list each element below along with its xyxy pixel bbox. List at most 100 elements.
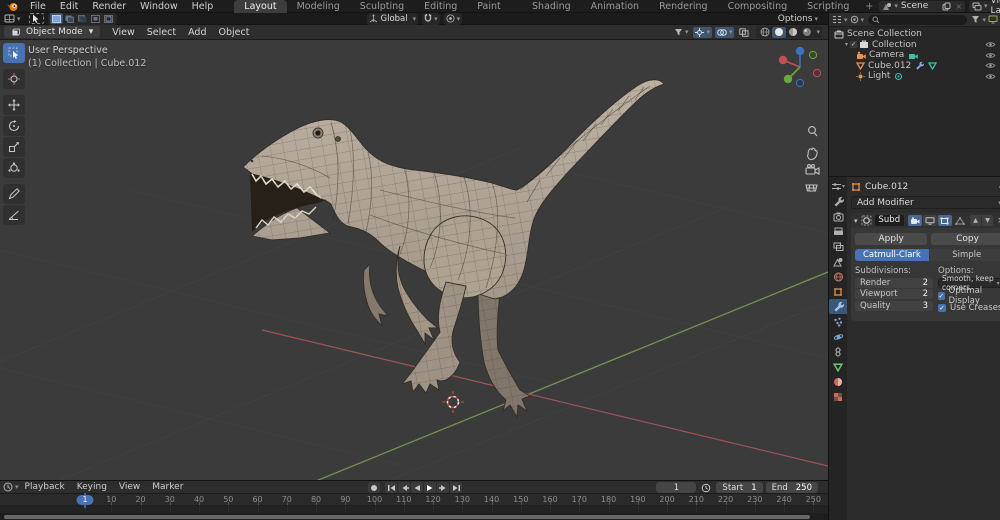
viewport-menu-add[interactable]: Add xyxy=(182,27,212,38)
shading-material-button[interactable] xyxy=(786,27,800,38)
select-mode-subtract-button[interactable] xyxy=(76,13,89,24)
expand-icon[interactable]: ▾ xyxy=(845,41,848,48)
tool-annotate[interactable] xyxy=(3,184,25,204)
properties-tab-world[interactable] xyxy=(829,269,847,284)
modifier-cage-toggle[interactable] xyxy=(953,215,967,226)
outliner-sync-icon[interactable] xyxy=(988,15,998,24)
tool-move[interactable] xyxy=(3,95,25,115)
collection-checkbox[interactable]: ✓ xyxy=(850,41,857,48)
play-button[interactable] xyxy=(424,482,436,493)
render-field[interactable]: Render2 xyxy=(855,278,933,288)
properties-tab-particles[interactable] xyxy=(829,314,847,329)
add-modifier-dropdown[interactable]: Add Modifier▾ xyxy=(851,196,1000,209)
workspace-tab-rendering[interactable]: Rendering xyxy=(649,0,718,13)
workspace-tab-compositing[interactable]: Compositing xyxy=(718,0,798,13)
visibility-eye-icon[interactable] xyxy=(985,62,996,69)
use-creases-checkbox[interactable]: ✓Use Creases xyxy=(938,303,1000,313)
modifier-render-toggle[interactable] xyxy=(908,215,922,226)
copy-button[interactable]: Copy xyxy=(931,233,1000,245)
visibility-eye-icon[interactable] xyxy=(985,52,996,59)
end-frame-field[interactable]: End250 xyxy=(766,482,818,493)
viewport-menu-select[interactable]: Select xyxy=(141,27,182,38)
jump-start-button[interactable] xyxy=(385,482,397,493)
properties-editor-icon[interactable]: ▾ xyxy=(829,179,847,194)
current-frame-field[interactable]: 1 xyxy=(656,482,696,493)
next-keyframe-button[interactable] xyxy=(437,482,449,493)
properties-tab-physics[interactable] xyxy=(829,329,847,344)
scene-name[interactable]: Scene xyxy=(901,1,928,11)
modifier-editmode-toggle[interactable] xyxy=(938,215,952,226)
play-reverse-button[interactable] xyxy=(411,482,423,493)
properties-tab-material[interactable] xyxy=(829,374,847,389)
gizmo-z-neg[interactable] xyxy=(796,79,803,86)
view-layer-selector[interactable]: ▾ View Layer × xyxy=(969,1,1000,12)
workspace-tab-sculpting[interactable]: Sculpting xyxy=(350,0,414,13)
blender-logo-icon[interactable] xyxy=(6,1,19,12)
select-mode-set-button[interactable] xyxy=(50,13,63,24)
select-mode-invert-button[interactable] xyxy=(89,13,102,24)
timeline-menu-keying[interactable]: Keying xyxy=(71,482,113,492)
options-dropdown[interactable]: Options ▾ xyxy=(778,14,818,24)
visibility-eye-icon[interactable] xyxy=(985,41,996,48)
add-workspace-button[interactable]: + xyxy=(859,0,879,13)
quality-field[interactable]: Quality3 xyxy=(855,301,933,311)
viewport-field[interactable]: Viewport2 xyxy=(855,289,933,299)
properties-tab-constraints[interactable] xyxy=(829,344,847,359)
workspace-tab-uv-editing[interactable]: UV Editing xyxy=(414,0,467,13)
record-button[interactable] xyxy=(368,482,380,493)
outliner-row-light[interactable]: Light xyxy=(829,71,1000,82)
workspace-tab-texture-paint[interactable]: Texture Paint xyxy=(467,0,522,13)
workspace-tab-animation[interactable]: Animation xyxy=(581,0,649,13)
timeline-scrollbar-thumb[interactable] xyxy=(4,515,810,519)
auto-keying-clock-icon[interactable] xyxy=(699,483,713,493)
properties-tab-tool[interactable] xyxy=(829,194,847,209)
modifier-name-field[interactable]: Subd xyxy=(875,215,905,226)
outliner-row-cube-012[interactable]: Cube.012 xyxy=(829,61,1000,72)
prev-keyframe-button[interactable] xyxy=(398,482,410,493)
gizmo-z-axis[interactable] xyxy=(796,47,804,55)
timeline-editor-icon[interactable] xyxy=(3,482,13,492)
mode-dropdown[interactable]: Object Mode ▾ xyxy=(4,26,100,38)
modifier-realtime-toggle[interactable] xyxy=(923,215,937,226)
menu-render[interactable]: Render xyxy=(85,1,133,12)
breadcrumb-object-name[interactable]: Cube.012 xyxy=(865,182,908,192)
outliner-display-mode-icon[interactable] xyxy=(850,15,859,24)
outliner-row-scene-collection[interactable]: Scene Collection xyxy=(829,29,1000,40)
workspace-tab-layout[interactable]: Layout xyxy=(234,0,286,13)
new-scene-icon[interactable] xyxy=(942,2,951,11)
menu-file[interactable]: File xyxy=(23,1,53,12)
menu-help[interactable]: Help xyxy=(185,1,221,12)
optimal-display-checkbox[interactable]: ✓Optimal Display xyxy=(938,291,1000,301)
timeline-ruler[interactable]: 1 10203040506070809010011012013014015016… xyxy=(0,494,828,506)
scene-selector[interactable]: ▾ Scene × xyxy=(879,1,965,12)
viewport-canvas[interactable]: User Perspective (1) Collection | Cube.0… xyxy=(0,40,828,480)
shading-dropdown[interactable]: ▾ xyxy=(816,28,820,36)
expand-icon[interactable]: ▾ xyxy=(854,217,858,225)
tool-cursor[interactable] xyxy=(3,69,25,89)
select-mode-intersect-button[interactable] xyxy=(102,13,115,24)
apply-button[interactable]: Apply xyxy=(855,233,927,245)
start-frame-field[interactable]: Start1 xyxy=(716,482,762,493)
viewport-menu-object[interactable]: Object xyxy=(213,27,256,38)
workspace-tab-shading[interactable]: Shading xyxy=(522,0,581,13)
properties-tab-object-data[interactable] xyxy=(829,359,847,374)
properties-tab-texture[interactable] xyxy=(829,389,847,404)
tool-select-box[interactable] xyxy=(3,43,25,63)
properties-tab-object[interactable] xyxy=(829,284,847,299)
shading-wireframe-button[interactable] xyxy=(758,27,772,38)
catmull-clark-button[interactable]: Catmull-Clark xyxy=(855,249,929,261)
properties-tab-scene[interactable] xyxy=(829,254,847,269)
tool-rotate[interactable] xyxy=(3,116,25,136)
playhead[interactable]: 1 xyxy=(77,495,94,505)
gizmo-y-axis[interactable] xyxy=(784,75,792,83)
shading-rendered-button[interactable] xyxy=(800,27,814,38)
gizmo-y-neg[interactable] xyxy=(809,51,816,58)
tool-measure[interactable] xyxy=(3,205,25,225)
tool-transform[interactable] xyxy=(3,158,25,178)
move-up-button[interactable]: ▲ xyxy=(970,215,981,226)
editor-type-icon[interactable] xyxy=(4,14,15,23)
xray-toggle[interactable] xyxy=(737,27,751,38)
jump-end-button[interactable] xyxy=(450,482,462,493)
outliner-editor-icon[interactable] xyxy=(832,15,842,24)
proportional-edit-controls[interactable]: ▾ xyxy=(444,13,463,25)
